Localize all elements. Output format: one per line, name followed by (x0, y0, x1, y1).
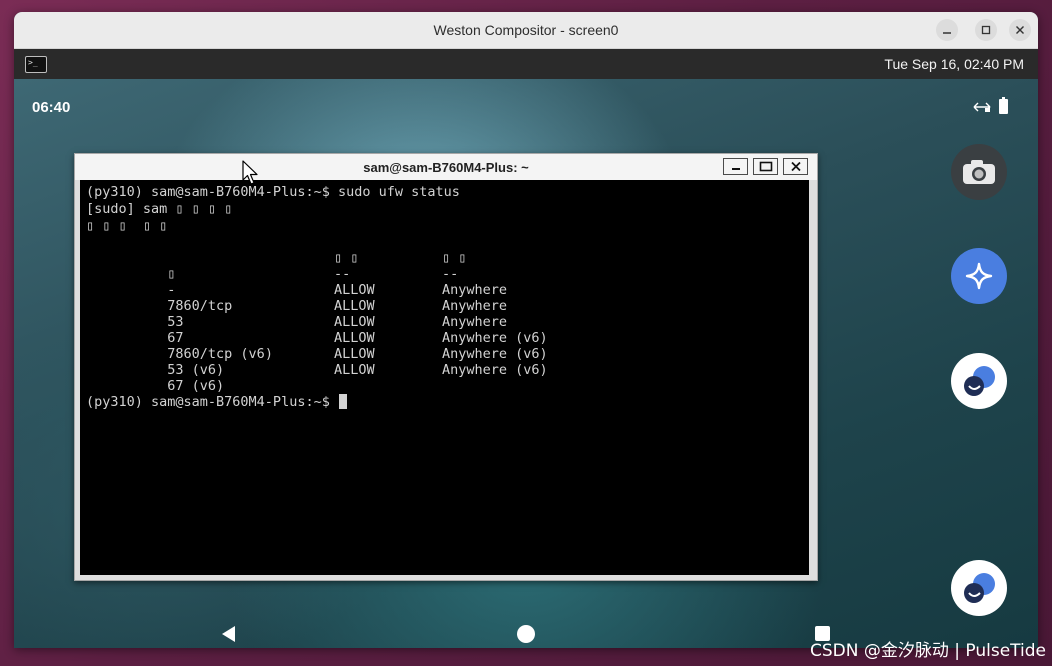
rule-from: Anywhere (442, 298, 508, 314)
xterm-window[interactable]: sam@sam-B760M4-Plus: ~ (py310) sam@sam-B… (74, 153, 818, 581)
rule-port: 67 (v6) (167, 378, 225, 394)
terminal-prompt-line: (py310) sam@sam-B760M4-Plus:~$ (86, 394, 347, 410)
rule-action: ALLOW (334, 314, 375, 330)
close-icon (1016, 26, 1024, 34)
rule-action: ALLOW (334, 298, 375, 314)
rule-from: Anywhere (v6) (442, 346, 548, 362)
android-screen[interactable]: 06:40 sam@sam-B760M4-Plus: ~ (py310) sam… (14, 79, 1038, 648)
panel-clock: Tue Sep 16, 02:40 PM (884, 56, 1024, 72)
table-rule-row: - -- -- (86, 266, 458, 298)
xterm-window-title: sam@sam-B760M4-Plus: ~ (363, 159, 529, 175)
android-status-time: 06:40 (32, 99, 71, 116)
xterm-minimize-button[interactable] (723, 158, 748, 175)
chat-app-icon[interactable] (951, 353, 1007, 409)
maximize-icon (759, 161, 772, 172)
android-status-icons (973, 97, 1008, 114)
table-row: 53 (v6) ALLOW Anywhere (v6) (86, 346, 547, 378)
rule-from: Anywhere (442, 314, 508, 330)
close-icon (790, 161, 801, 172)
weston-titlebar[interactable]: Weston Compositor - screen0 (14, 12, 1038, 49)
table-rule-col2: -- (334, 266, 351, 282)
rule-action: ALLOW (334, 282, 375, 298)
chat-bubbles-icon (964, 573, 995, 603)
terminal-line: ▯ ▯ ▯ ▯ ▯ (86, 218, 168, 234)
chat-app-icon-2[interactable] (951, 560, 1007, 616)
table-row: 7860/tcp ALLOW Anywhere (86, 282, 507, 314)
minimize-icon (731, 167, 740, 170)
watermark: CSDN @金汐脉动 | PulseTide (809, 641, 1046, 661)
chat-bubbles-icon (964, 366, 995, 396)
xterm-titlebar[interactable]: sam@sam-B760M4-Plus: ~ (75, 154, 817, 180)
minimize-button[interactable] (936, 19, 958, 41)
battery-icon (999, 97, 1008, 114)
terminal-screen[interactable]: (py310) sam@sam-B760M4-Plus:~$ sudo ufw … (80, 180, 809, 575)
terminal-line: [sudo] sam ▯ ▯ ▯ ▯ (86, 201, 233, 217)
maximize-icon (981, 25, 991, 35)
table-rule-col3: -- (442, 266, 459, 282)
assistant-app-icon[interactable] (951, 248, 1007, 304)
table-row: 53 ALLOW Anywhere (86, 298, 507, 330)
table-header-row: ▯ ▯ ▯ ▯ ▯ (86, 250, 466, 282)
terminal-line: (py310) sam@sam-B760M4-Plus:~$ sudo ufw … (86, 184, 460, 200)
table-header-col2: ▯ ▯ (334, 250, 359, 266)
table-header-col3: ▯ ▯ (442, 250, 467, 266)
rule-from: Anywhere (v6) (442, 330, 548, 346)
terminal-prompt: (py310) sam@sam-B760M4-Plus:~$ (86, 394, 338, 410)
rule-action: ALLOW (334, 330, 375, 346)
weston-window-title: Weston Compositor - screen0 (433, 22, 619, 38)
xterm-maximize-button[interactable] (753, 158, 778, 175)
maximize-button[interactable] (975, 19, 997, 41)
nav-home-icon[interactable] (517, 625, 535, 643)
minimize-icon (943, 32, 951, 34)
table-row: 7860/tcp (v6) ALLOW Anywhere (v6) (86, 330, 547, 362)
camera-icon (963, 160, 995, 184)
rule-from: Anywhere (v6) (442, 362, 548, 378)
close-button[interactable] (1009, 19, 1031, 41)
rule-from: Anywhere (442, 282, 508, 298)
camera-app-icon[interactable] (951, 144, 1007, 200)
rule-action: ALLOW (334, 362, 375, 378)
sparkle-icon (965, 262, 993, 290)
xterm-close-button[interactable] (783, 158, 808, 175)
table-row: 67 ALLOW Anywhere (86, 314, 507, 346)
weston-window: Weston Compositor - screen0 >_ Tue Sep 1… (14, 12, 1038, 648)
table-row: 67 (v6) ALLOW Anywhere (v6) (86, 362, 547, 394)
rule-action: ALLOW (334, 346, 375, 362)
terminal-cursor (338, 394, 347, 409)
terminal-launcher-icon[interactable]: >_ (25, 56, 47, 73)
nav-back-icon[interactable] (219, 624, 237, 644)
network-arrows-icon (973, 102, 991, 112)
mouse-pointer-icon (242, 160, 258, 185)
weston-panel: >_ Tue Sep 16, 02:40 PM (14, 49, 1038, 79)
